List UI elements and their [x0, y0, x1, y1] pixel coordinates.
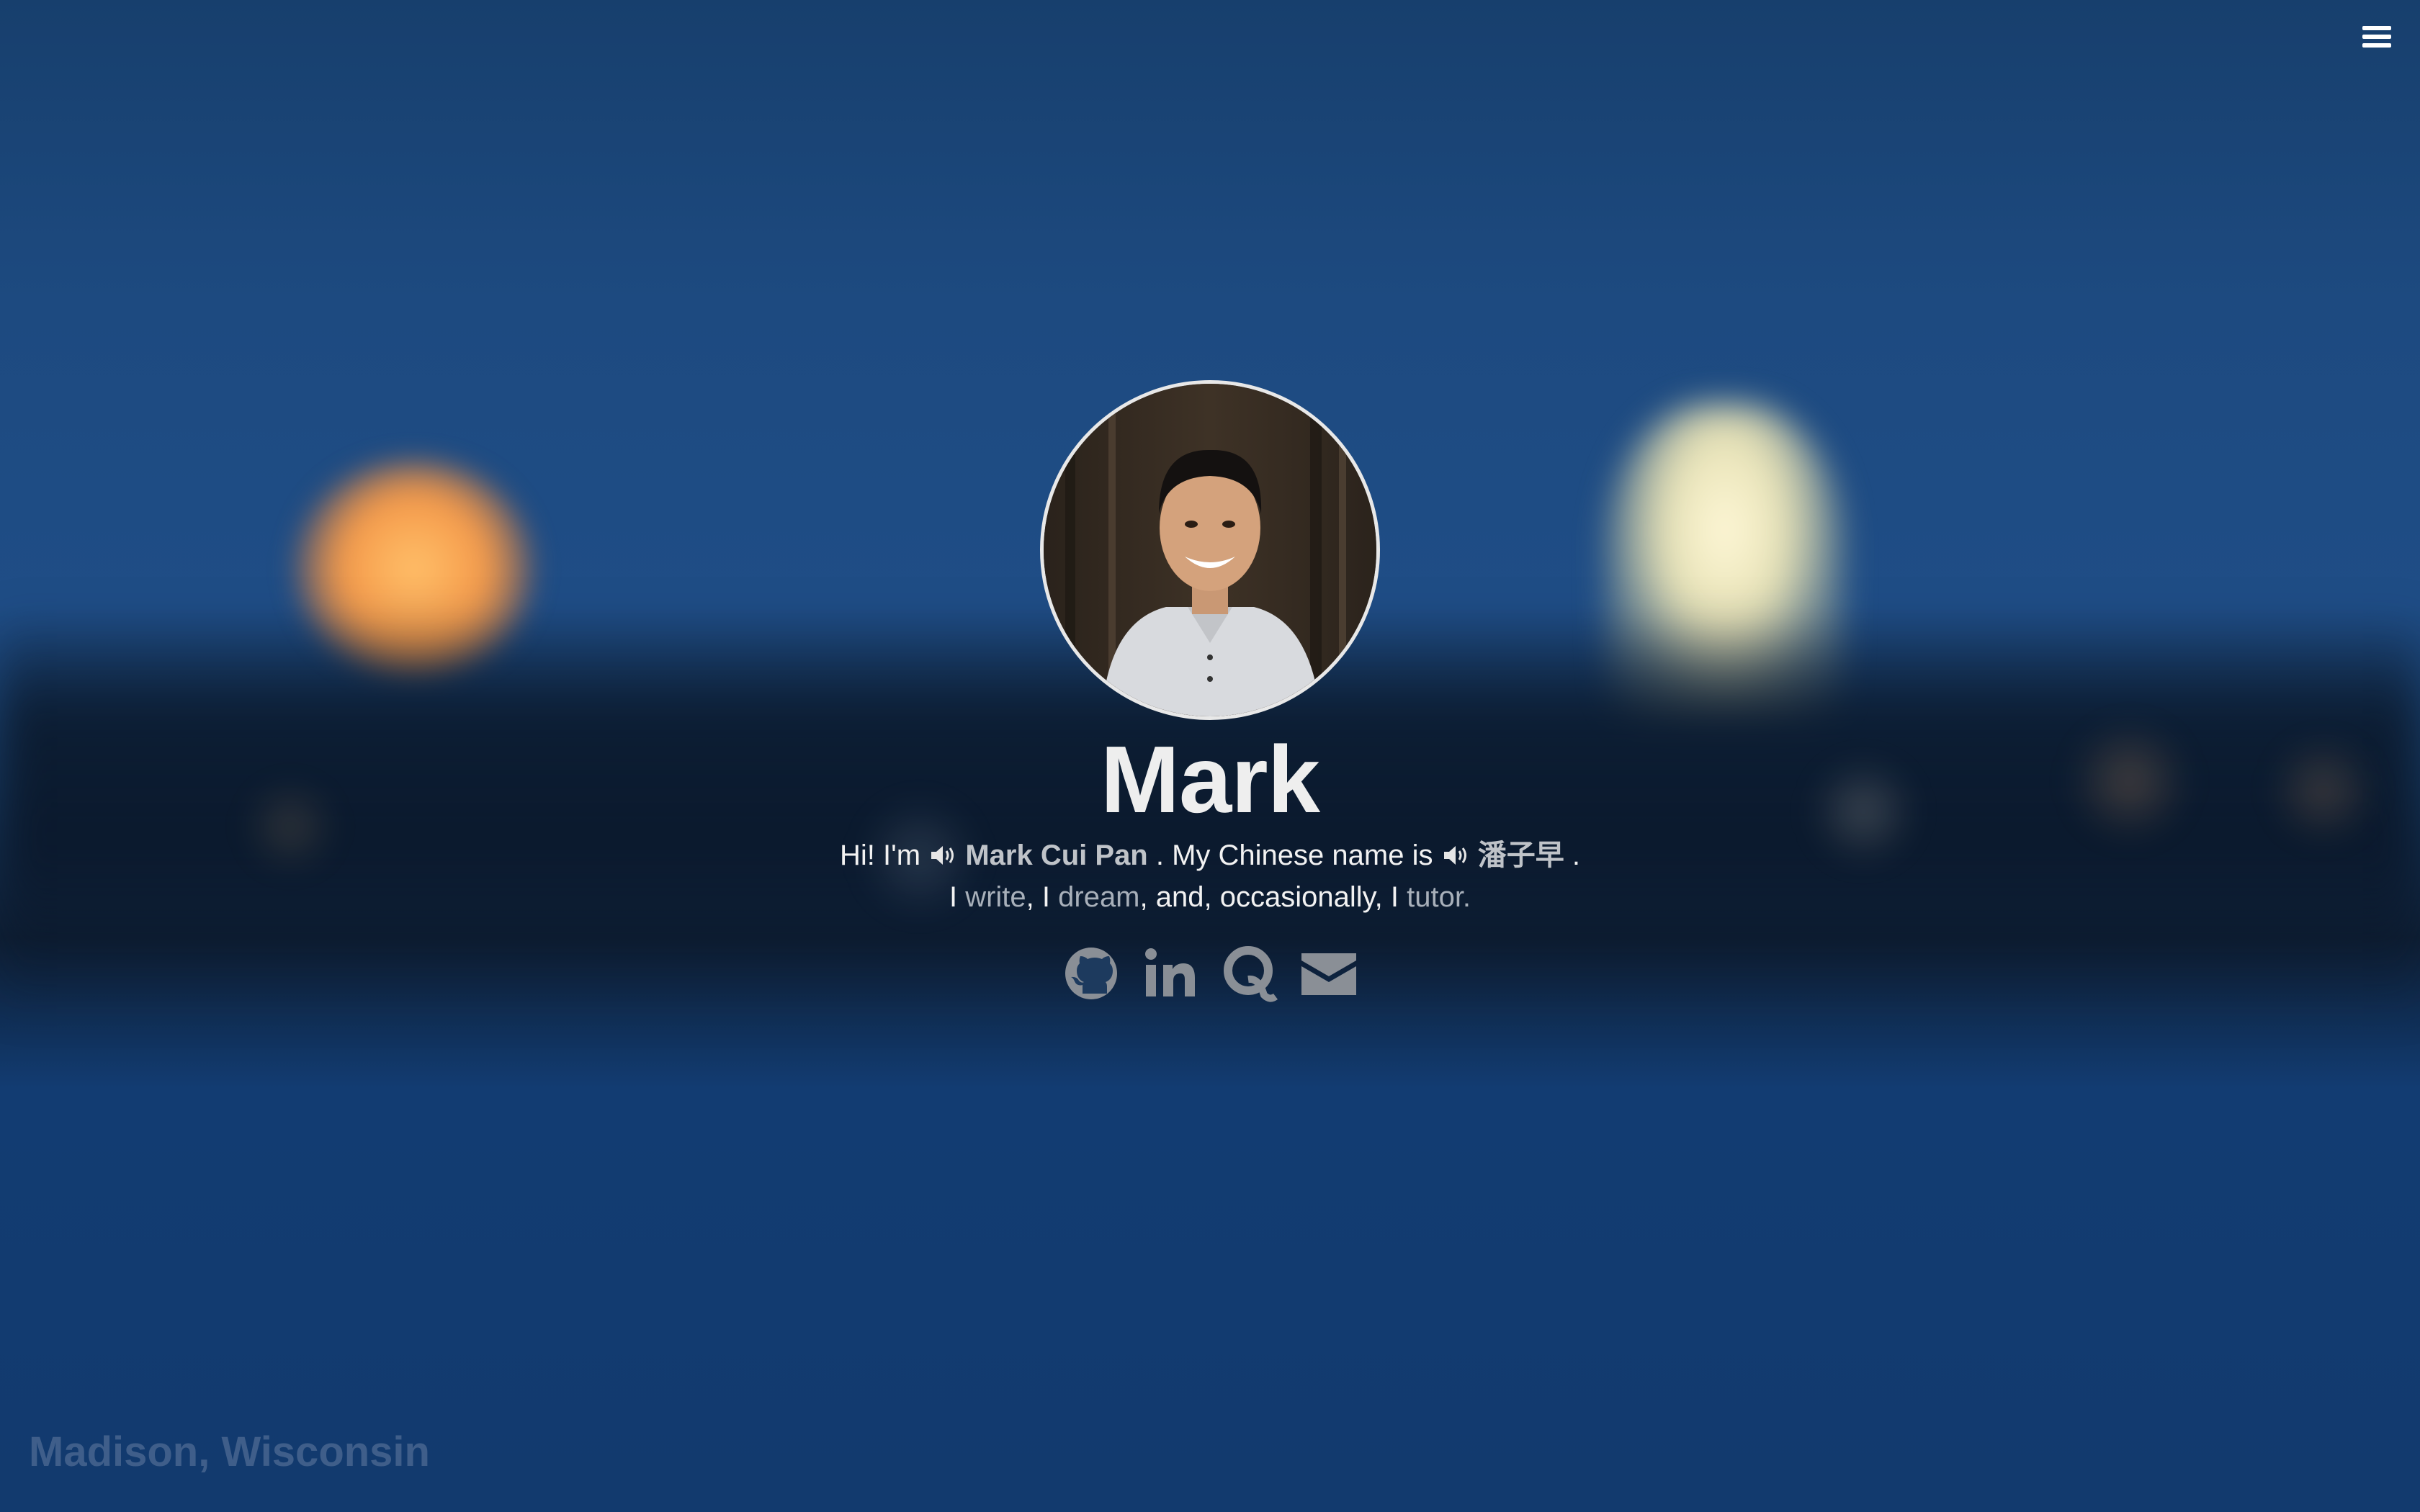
github-icon[interactable]: [1061, 943, 1121, 1004]
page: Mark Hi! I'm Mark Cui Pan . My Chinese n…: [0, 0, 2420, 1512]
activities-prefix: I: [949, 881, 958, 913]
activities-line: I write, I dream, and, occasionally, I t…: [0, 877, 2420, 917]
activities-sep2: , and, occasionally, I: [1139, 881, 1399, 913]
dream-link[interactable]: dream: [1058, 881, 1139, 913]
linkedin-icon[interactable]: [1140, 943, 1201, 1004]
menu-button[interactable]: [2362, 26, 2391, 52]
tutor-link[interactable]: tutor.: [1407, 881, 1471, 913]
quora-icon[interactable]: [1219, 943, 1280, 1004]
social-links: [0, 943, 2420, 1004]
profile-section: Mark Hi! I'm Mark Cui Pan . My Chinese n…: [0, 380, 2420, 1004]
speaker-icon[interactable]: [928, 843, 957, 868]
write-link[interactable]: write: [965, 881, 1026, 913]
envelope-icon[interactable]: [1299, 943, 1359, 1004]
location-caption: Madison, Wisconsin: [29, 1428, 430, 1475]
activities-sep1: , I: [1026, 881, 1050, 913]
speaker-icon[interactable]: [1441, 843, 1470, 868]
avatar-photo: [1044, 384, 1376, 716]
intro-end: .: [1572, 840, 1580, 871]
intro-middle: . My Chinese name is: [1155, 840, 1433, 871]
avatar: [1040, 380, 1380, 720]
intro-greeting: Hi! I'm: [840, 840, 921, 871]
profile-name: Mark: [1100, 726, 1320, 832]
pronounce-full-name[interactable]: Mark Cui Pan: [965, 840, 1147, 871]
pronounce-chinese-name[interactable]: 潘子早: [1478, 840, 1564, 871]
hamburger-menu-icon: [2362, 26, 2391, 30]
intro-line: Hi! I'm Mark Cui Pan . My Chinese name i…: [0, 835, 2420, 876]
